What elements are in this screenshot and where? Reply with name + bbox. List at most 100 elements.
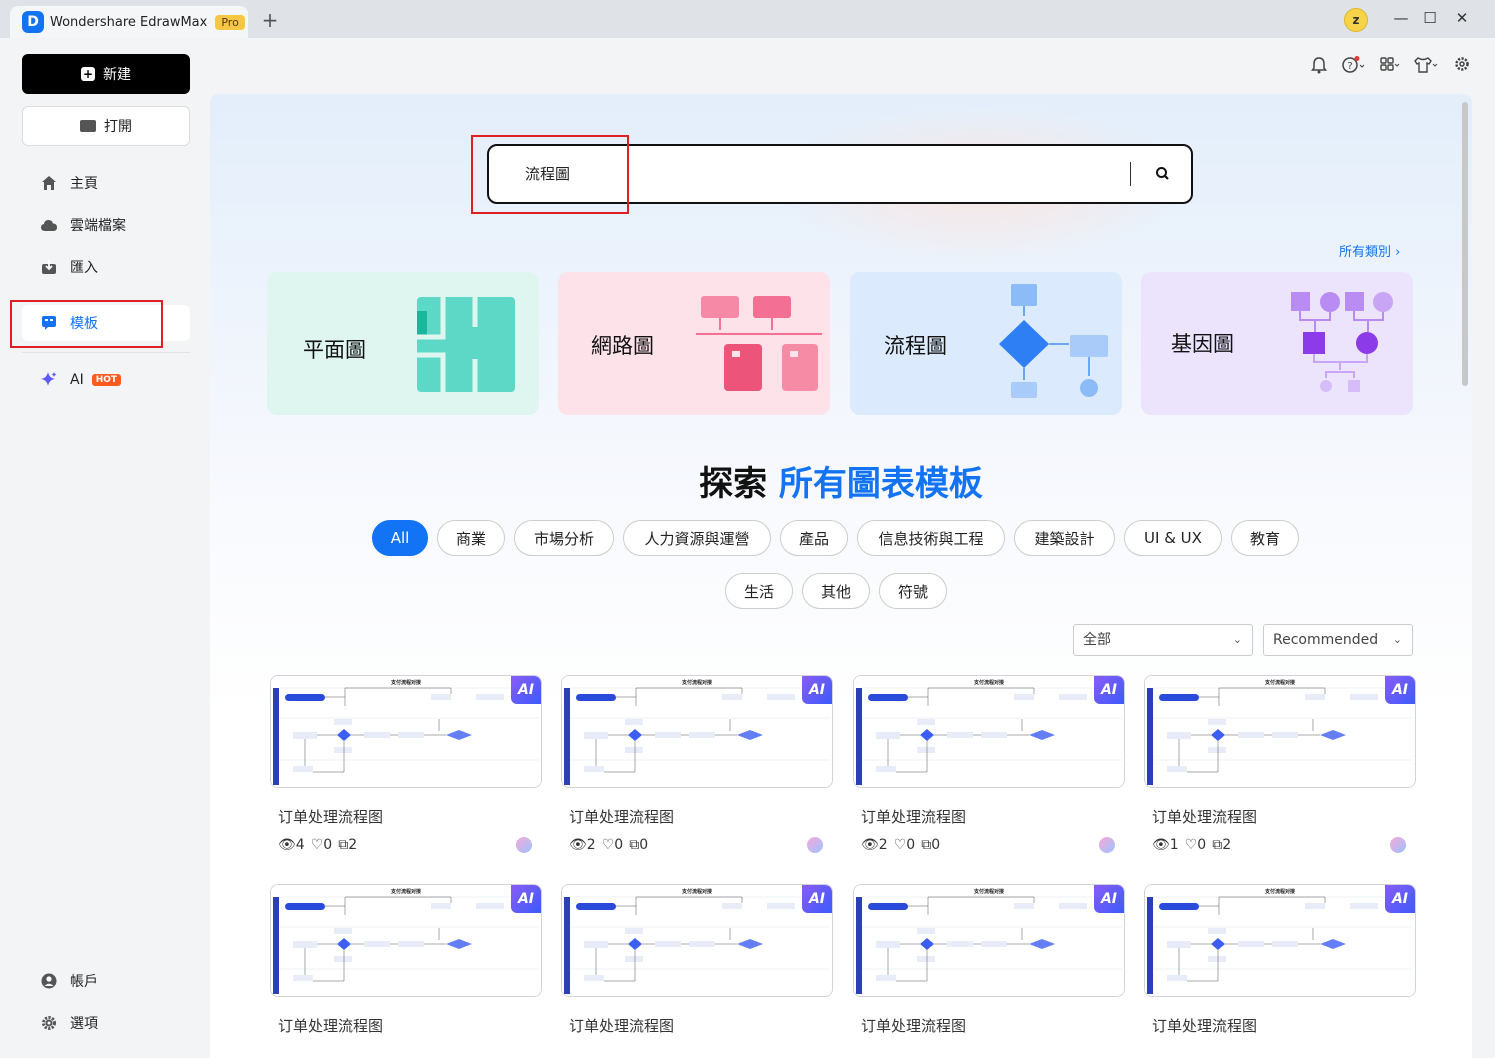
all-categories-link[interactable]: 所有類別 ›	[1339, 241, 1400, 260]
template-title[interactable]: 订单处理流程图	[278, 1015, 383, 1036]
template-card[interactable]: 支付流程对接 AI 订单处理流程图	[853, 884, 1125, 1058]
filter-chip-other[interactable]: 其他	[802, 573, 870, 609]
filter-chip-education[interactable]: 教育	[1231, 520, 1299, 556]
template-thumbnail[interactable]: 支付流程对接 AI	[853, 884, 1125, 997]
chevron-down-icon: ⌄	[1392, 633, 1402, 646]
template-card[interactable]: 支付流程对接 AI 订单处理流程图 👁2 ♡0 ⧉0	[561, 675, 833, 865]
network-illustration-icon	[696, 296, 822, 391]
filter-chip-all[interactable]: All	[372, 520, 428, 556]
sidebar-item-label: 主頁	[70, 176, 98, 192]
category-floor-plan[interactable]: 平面圖	[267, 272, 539, 415]
views-count: 2	[586, 837, 596, 853]
author-avatar[interactable]	[805, 835, 825, 855]
category-network[interactable]: 網路圖	[558, 272, 830, 415]
shirt-theme-icon[interactable]	[1413, 56, 1439, 76]
template-title[interactable]: 订单处理流程图	[1152, 1015, 1257, 1036]
sidebar-item-account[interactable]: 帳戶	[22, 963, 190, 999]
template-title[interactable]: 订单处理流程图	[278, 806, 383, 827]
notification-bell-icon[interactable]	[1311, 56, 1327, 76]
new-button[interactable]: + 新建	[22, 54, 190, 94]
svg-text:支付流程对接: 支付流程对接	[681, 679, 712, 686]
sort-select[interactable]: Recommended ⌄	[1263, 624, 1413, 656]
sidebar-item-options[interactable]: 選項	[22, 1005, 190, 1041]
filter-chip-business[interactable]: 商業	[437, 520, 505, 556]
author-avatar[interactable]	[1388, 835, 1408, 855]
svg-text:支付流程对接: 支付流程对接	[390, 888, 421, 895]
template-card[interactable]: 支付流程对接 AI 订单处理流程图	[561, 884, 833, 1058]
views-stat: 👁1	[1152, 837, 1179, 853]
filter-chip-it[interactable]: 信息技術與工程	[857, 520, 1005, 556]
category-flowchart[interactable]: 流程圖	[850, 272, 1122, 415]
svg-text:支付流程对接: 支付流程对接	[681, 888, 712, 895]
filter-chip-life[interactable]: 生活	[725, 573, 793, 609]
apps-grid-icon[interactable]	[1379, 56, 1401, 76]
scope-select[interactable]: 全部 ⌄	[1073, 624, 1253, 656]
filter-chip-symbols[interactable]: 符號	[879, 573, 947, 609]
template-title[interactable]: 订单处理流程图	[569, 1015, 674, 1036]
category-genogram[interactable]: 基因圖	[1141, 272, 1413, 415]
copies-count: 0	[639, 837, 649, 853]
settings-gear-icon[interactable]	[1454, 56, 1470, 76]
template-card[interactable]: 支付流程对接 AI 订单处理流程图 👁1 ♡0 ⧉2	[1144, 675, 1416, 865]
likes-stat: ♡0	[1185, 837, 1206, 853]
eye-icon: 👁	[1152, 837, 1170, 853]
filter-chip-uiux[interactable]: UI & UX	[1124, 520, 1222, 556]
scrollbar[interactable]	[1462, 102, 1468, 386]
gear-icon	[40, 1014, 58, 1032]
new-tab-button[interactable]: +	[260, 8, 280, 32]
close-button[interactable]: ✕	[1452, 8, 1472, 28]
flowchart-illustration-icon	[999, 284, 1108, 398]
template-thumbnail[interactable]: 支付流程对接 AI	[561, 884, 833, 997]
author-avatar[interactable]	[1097, 835, 1117, 855]
explore-highlight: 所有圖表模板	[778, 464, 983, 504]
help-icon[interactable]: ?	[1342, 56, 1366, 76]
open-button[interactable]: 打開	[22, 106, 190, 146]
maximize-button[interactable]: ☐	[1420, 8, 1440, 28]
template-card[interactable]: 支付流程对接 AI 订单处理流程图 👁2 ♡0 ⧉0	[853, 675, 1125, 865]
sidebar-divider	[22, 352, 190, 353]
sidebar-item-ai[interactable]: AI HOT	[22, 362, 190, 398]
copies-count: 2	[1222, 837, 1232, 853]
ai-badge: AI	[1094, 885, 1124, 913]
template-stats: 👁1 ♡0 ⧉2	[1152, 837, 1231, 853]
filter-chip-hr[interactable]: 人力資源與運營	[623, 520, 771, 556]
template-thumbnail[interactable]: 支付流程对接 AI	[853, 675, 1125, 788]
views-stat: 👁2	[569, 837, 596, 853]
template-card[interactable]: 支付流程对接 AI 订单处理流程图	[1144, 884, 1416, 1058]
template-title[interactable]: 订单处理流程图	[1152, 806, 1257, 827]
sidebar-item-cloud[interactable]: 雲端檔案	[22, 207, 190, 243]
search-icon[interactable]	[1153, 164, 1173, 184]
sidebar-item-home[interactable]: 主頁	[22, 165, 190, 201]
template-thumbnail[interactable]: 支付流程对接 AI	[1144, 884, 1416, 997]
copies-count: 2	[348, 837, 358, 853]
minimize-button[interactable]: —	[1391, 8, 1411, 28]
template-title[interactable]: 订单处理流程图	[569, 806, 674, 827]
sidebar-item-import[interactable]: 匯入	[22, 249, 190, 285]
ai-badge: AI	[511, 676, 541, 704]
sparkle-icon	[40, 371, 58, 389]
svg-text:支付流程对接: 支付流程对接	[973, 888, 1004, 895]
template-title[interactable]: 订单处理流程图	[861, 806, 966, 827]
template-thumbnail[interactable]: 支付流程对接 AI	[1144, 675, 1416, 788]
svg-text:支付流程对接: 支付流程对接	[1264, 888, 1295, 895]
scope-select-value: 全部	[1083, 632, 1111, 648]
copies-stat: ⧉2	[338, 837, 357, 853]
app-tab[interactable]: D Wondershare EdrawMax Pro	[10, 6, 248, 38]
template-card[interactable]: 支付流程对接 AI 订单处理流程图	[270, 884, 542, 1058]
svg-text:?: ?	[1347, 61, 1352, 72]
template-title[interactable]: 订单处理流程图	[861, 1015, 966, 1036]
filter-chip-architecture[interactable]: 建築設計	[1014, 520, 1115, 556]
user-avatar[interactable]: z	[1344, 8, 1368, 32]
author-avatar[interactable]	[514, 835, 534, 855]
template-thumbnail[interactable]: 支付流程对接 AI	[270, 884, 542, 997]
copy-icon: ⧉	[921, 837, 932, 853]
template-card[interactable]: 支付流程对接 AI 订单处理流程图 👁4 ♡0 ⧉2	[270, 675, 542, 865]
filter-chip-product[interactable]: 產品	[780, 520, 848, 556]
title-bar: D Wondershare EdrawMax Pro + z — ☐ ✕	[0, 0, 1495, 38]
category-label: 網路圖	[591, 334, 654, 358]
template-thumbnail[interactable]: 支付流程对接 AI	[270, 675, 542, 788]
template-stats: 👁2 ♡0 ⧉0	[861, 837, 940, 853]
filter-chip-market[interactable]: 市場分析	[514, 520, 614, 556]
template-thumbnail[interactable]: 支付流程对接 AI	[561, 675, 833, 788]
eye-icon: 👁	[861, 837, 879, 853]
